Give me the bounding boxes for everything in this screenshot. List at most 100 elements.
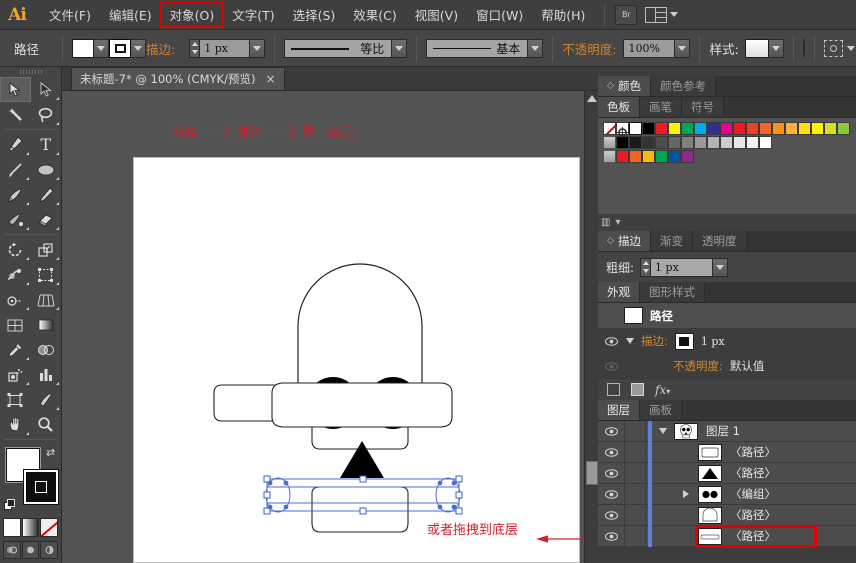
opacity-label[interactable]: 不透明度: xyxy=(562,39,616,58)
layer-visibility-icon[interactable] xyxy=(598,468,624,478)
brush-definition-control[interactable]: 基本 xyxy=(426,38,544,58)
swatch-black[interactable] xyxy=(642,122,655,135)
swatch-gray-70[interactable] xyxy=(707,136,720,149)
scroll-up-arrow-icon[interactable] xyxy=(587,95,597,102)
gradient-tool[interactable] xyxy=(31,312,62,337)
swatch-group-folder-icon[interactable] xyxy=(603,136,616,149)
swatch-yellowgreen[interactable] xyxy=(824,122,837,135)
blend-tool[interactable] xyxy=(31,337,62,362)
zoom-tool[interactable] xyxy=(31,412,62,437)
type-tool[interactable]: T xyxy=(31,132,62,157)
stroke-color-control[interactable] xyxy=(109,38,147,58)
swatch-red[interactable] xyxy=(655,122,668,135)
graphic-style-dropdown[interactable] xyxy=(768,38,784,58)
layer-visibility-icon[interactable] xyxy=(598,447,624,457)
hand-tool[interactable] xyxy=(0,412,31,437)
swatch-orange2[interactable] xyxy=(772,122,785,135)
tab-swatches[interactable]: 色板 xyxy=(598,97,640,117)
tab-stroke[interactable]: ◇ 描边 xyxy=(598,231,651,251)
appearance-stroke-swatch[interactable] xyxy=(674,332,694,350)
swatch-redorange[interactable] xyxy=(746,122,759,135)
layer-name[interactable]: 〈编组〉 xyxy=(730,486,776,502)
swatch-registration[interactable] xyxy=(616,122,629,138)
layer-visibility-icon[interactable] xyxy=(598,531,624,541)
swatch-bright-red[interactable] xyxy=(616,150,629,163)
visibility-eye-icon[interactable] xyxy=(604,334,619,349)
lasso-tool[interactable] xyxy=(31,102,62,127)
opacity-field[interactable]: 100% xyxy=(623,38,676,58)
drawing-mode-normal-icon[interactable] xyxy=(3,541,21,559)
width-profile-dropdown[interactable] xyxy=(392,38,408,58)
tab-transparency[interactable]: 透明度 xyxy=(693,231,747,251)
swatch-red2[interactable] xyxy=(733,122,746,135)
swatch-gray-30[interactable] xyxy=(655,136,668,149)
drawing-mode-behind-icon[interactable] xyxy=(21,541,40,559)
swatch-orange[interactable] xyxy=(759,122,772,135)
appearance-object-row[interactable]: 路径 xyxy=(598,303,856,329)
swatch-bright-blue[interactable] xyxy=(668,150,681,163)
none-button[interactable] xyxy=(40,518,59,537)
layer-group-eyes[interactable]: 〈编组〉 xyxy=(598,483,856,505)
menu-help[interactable]: 帮助(H) xyxy=(532,2,594,27)
width-tool[interactable] xyxy=(0,262,31,287)
column-graph-tool[interactable] xyxy=(31,362,62,387)
layer-lock-toggle[interactable] xyxy=(624,504,646,526)
tab-graphic-styles[interactable]: 图形样式 xyxy=(640,282,705,302)
toolbar-stroke-swatch[interactable] xyxy=(24,470,58,504)
graphic-style-swatch[interactable] xyxy=(744,38,769,58)
swatch-gray-100[interactable] xyxy=(759,136,772,149)
add-new-stroke-icon[interactable] xyxy=(607,383,620,396)
color-button[interactable] xyxy=(3,518,21,537)
pen-tool[interactable] xyxy=(0,132,31,157)
scrollbar-thumb[interactable] xyxy=(586,461,598,485)
stroke-weight-dropdown[interactable] xyxy=(250,38,266,58)
menu-type[interactable]: 文字(T) xyxy=(223,2,283,27)
appearance-stroke-value[interactable]: 1 px xyxy=(701,335,725,348)
swatch-bright-green[interactable] xyxy=(655,150,668,163)
menu-window[interactable]: 窗口(W) xyxy=(467,2,532,27)
slice-tool[interactable] xyxy=(31,387,62,412)
menu-object[interactable]: 对象(O) xyxy=(159,1,225,28)
opacity-control[interactable]: 100% xyxy=(623,38,691,58)
swatch-lightgreen[interactable] xyxy=(837,122,850,135)
layer-visibility-icon[interactable] xyxy=(598,510,624,520)
stroke-weight-panel-control[interactable]: 1 px xyxy=(640,257,729,277)
fill-dropdown-button[interactable] xyxy=(94,38,110,58)
tab-appearance[interactable]: 外观 xyxy=(598,282,640,302)
stroke-dropdown-button[interactable] xyxy=(131,38,147,58)
tools-panel-grip[interactable] xyxy=(0,67,61,77)
layer-path-bones[interactable]: 〈路径〉 xyxy=(598,524,856,548)
swatch-yellow[interactable] xyxy=(668,122,681,135)
layer-lock-toggle[interactable] xyxy=(624,483,646,505)
skull-and-crossbones-artwork[interactable] xyxy=(62,91,584,563)
paintbrush-tool[interactable] xyxy=(0,182,31,207)
swatch-group-folder-icon-2[interactable] xyxy=(603,150,616,163)
opacity-mask-icon[interactable] xyxy=(802,38,805,58)
canvas-vertical-scrollbar[interactable] xyxy=(584,91,598,563)
swatch-gray-20[interactable] xyxy=(642,136,655,149)
appearance-stroke-row[interactable]: 描边: 1 px xyxy=(598,329,856,354)
swatch-gray-50[interactable] xyxy=(681,136,694,149)
stroke-swatch[interactable] xyxy=(109,38,132,58)
swatch-bright-purple[interactable] xyxy=(681,150,694,163)
swatch-blue[interactable] xyxy=(707,122,720,135)
menu-view[interactable]: 视图(V) xyxy=(406,2,467,27)
layer-name[interactable]: 〈路径〉 xyxy=(730,528,776,544)
drawing-mode-inside-icon[interactable] xyxy=(40,541,59,559)
stroke-weight-stepper[interactable] xyxy=(189,38,201,58)
appearance-stroke-label[interactable]: 描边: xyxy=(641,333,668,349)
swatch-white[interactable] xyxy=(629,122,642,135)
stroke-weight-field[interactable]: 1 px xyxy=(200,38,251,58)
expand-triangle-icon[interactable] xyxy=(626,338,634,344)
pencil-tool[interactable] xyxy=(31,182,62,207)
menu-edit[interactable]: 编辑(E) xyxy=(100,2,161,27)
direct-selection-tool[interactable] xyxy=(31,77,62,102)
swatches-grid[interactable] xyxy=(598,118,856,214)
tab-color[interactable]: ◇ 颜色 xyxy=(598,76,651,96)
swatch-gray-10[interactable] xyxy=(629,136,642,149)
document-tab[interactable]: 未标题-7* @ 100% (CMYK/预览) × xyxy=(71,67,285,90)
visibility-eye-icon-dim[interactable] xyxy=(604,359,619,374)
tab-brushes[interactable]: 画笔 xyxy=(640,97,682,117)
layer-visibility-icon[interactable] xyxy=(598,426,624,436)
layer-lock-toggle[interactable] xyxy=(624,441,646,463)
